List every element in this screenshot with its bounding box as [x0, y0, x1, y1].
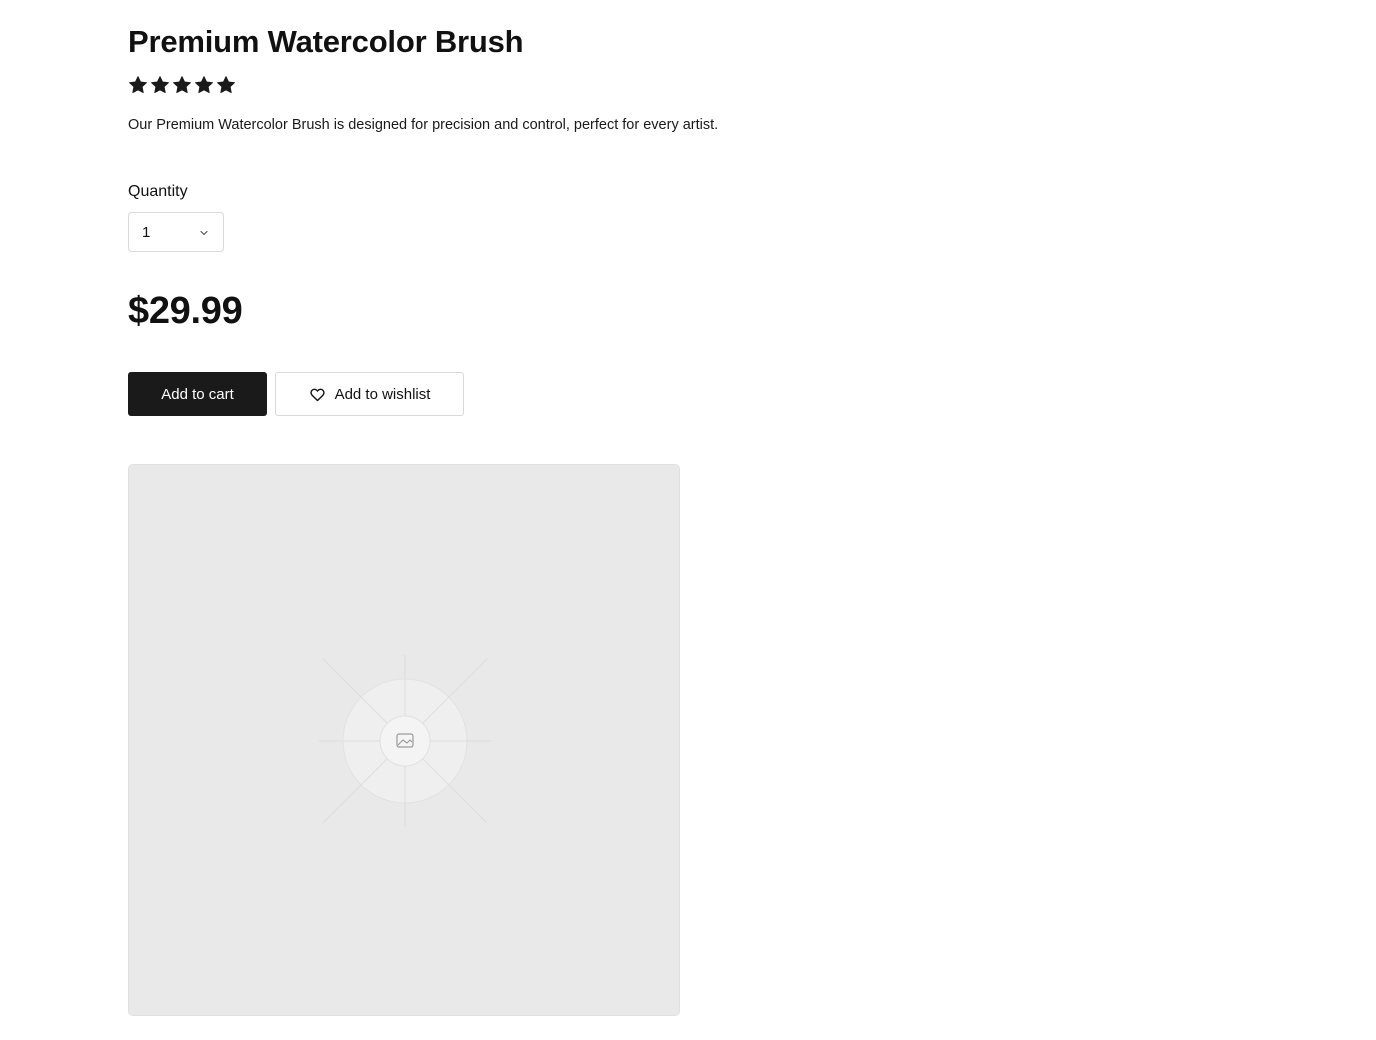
chevron-down-icon — [200, 230, 208, 236]
star-icon — [151, 76, 169, 94]
quantity-select[interactable]: 1 — [128, 212, 224, 252]
product-title: Premium Watercolor Brush — [128, 24, 524, 59]
product-price: $29.99 — [128, 290, 243, 332]
star-icon — [195, 76, 213, 94]
add-to-cart-button[interactable]: Add to cart — [128, 372, 267, 416]
product-page: Premium Watercolor Brush Our Premium Wat… — [0, 0, 1376, 1040]
add-to-wishlist-label: Add to wishlist — [334, 385, 431, 403]
product-image-placeholder — [128, 464, 680, 1016]
image-icon — [319, 655, 491, 827]
star-icon — [217, 76, 235, 94]
star-icon — [173, 76, 191, 94]
quantity-value: 1 — [142, 223, 151, 241]
heart-icon — [309, 388, 325, 401]
product-description: Our Premium Watercolor Brush is designed… — [128, 117, 719, 133]
quantity-label: Quantity — [128, 183, 188, 200]
star-icon — [129, 76, 147, 94]
add-to-wishlist-button[interactable]: Add to wishlist — [275, 372, 464, 416]
star-rating — [128, 75, 236, 95]
add-to-cart-label: Add to cart — [161, 385, 234, 403]
